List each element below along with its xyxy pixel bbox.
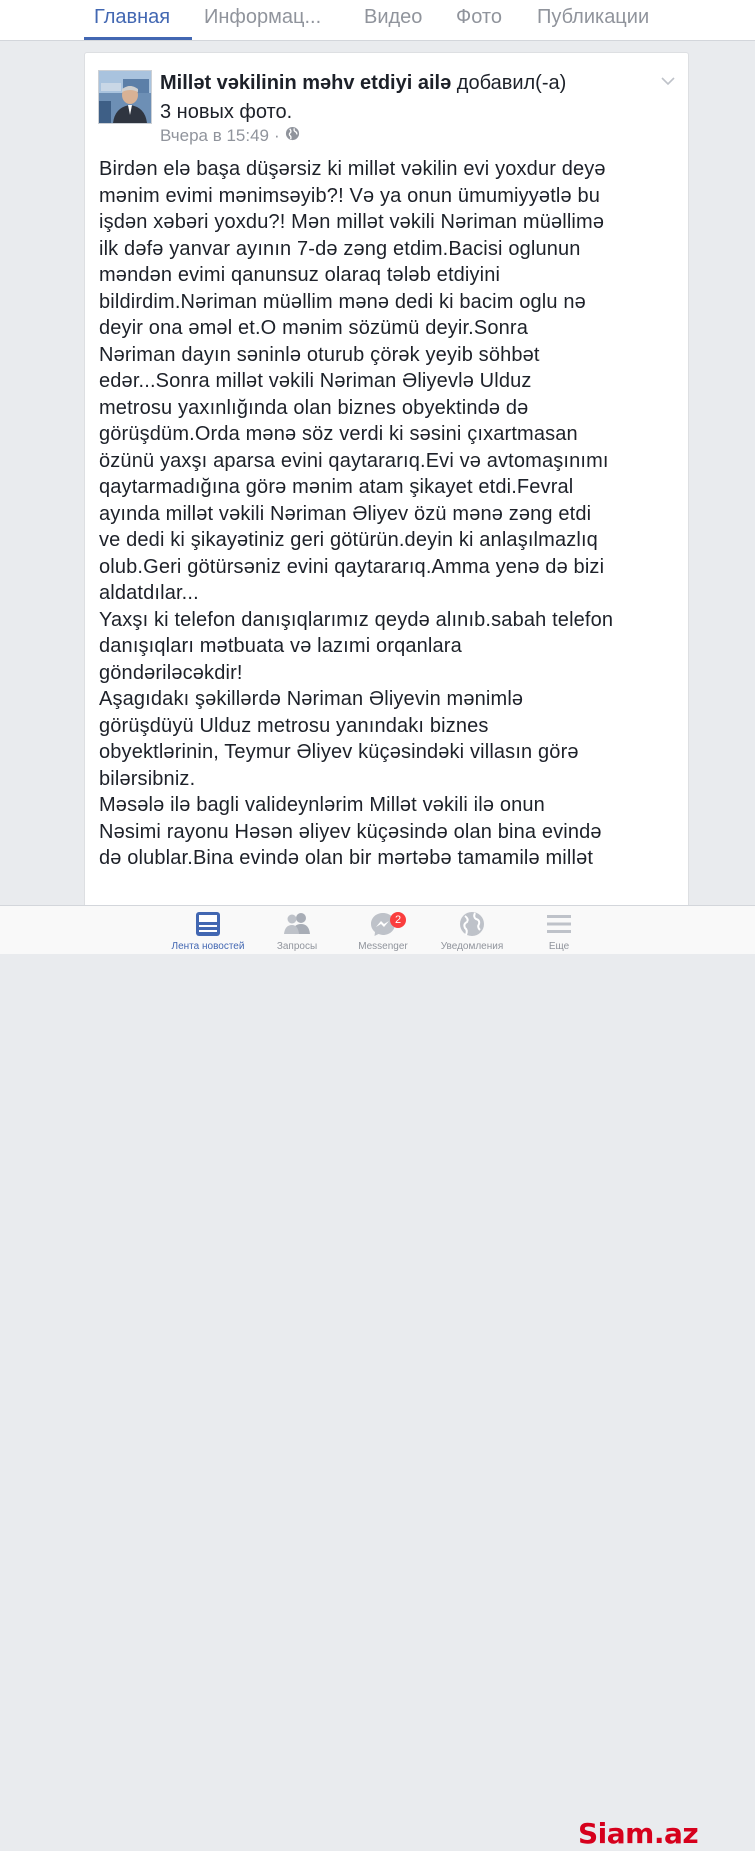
notifications-globe-icon <box>457 910 487 938</box>
nav-requests-label: Запросы <box>276 941 318 952</box>
post-timestamp[interactable]: Вчера в 15:49 <box>160 125 269 147</box>
nav-more[interactable]: Еще <box>514 910 604 952</box>
menu-icon <box>544 910 574 938</box>
globe-icon <box>285 125 300 147</box>
nav-news-feed-label: Лента новостей <box>171 941 245 952</box>
post-action-text: добавил(-а) <box>456 72 567 94</box>
tab-video[interactable]: Видео <box>364 6 422 29</box>
site-watermark-logo: Siam.az <box>578 1817 699 1850</box>
news-feed-icon <box>193 910 223 938</box>
page-name-link[interactable]: Millət vəkilinin məhv etdiyi ailə <box>160 72 451 94</box>
post-meta: Вчера в 15:49 · <box>160 125 300 147</box>
post-body-text: Birdən elə başa düşərsiz ki millət vəkil… <box>99 158 614 869</box>
nav-notifications-label: Уведомления <box>440 941 504 952</box>
tab-posts[interactable]: Публикации <box>537 6 649 29</box>
chevron-down-icon[interactable] <box>661 73 675 86</box>
page-avatar[interactable] <box>98 70 152 124</box>
photo-count-text: 3 новых фото. <box>160 101 293 123</box>
active-tab-indicator <box>84 37 192 40</box>
nav-notifications[interactable]: Уведомления <box>427 910 517 952</box>
nav-messenger[interactable]: 2 Messenger <box>338 910 428 952</box>
messenger-badge: 2 <box>390 912 406 928</box>
post-header: Millət vəkilinin məhv etdiyi ailə добави… <box>160 70 680 96</box>
tab-info[interactable]: Информац... <box>204 6 321 29</box>
top-tab-bar: Главная Информац... Видео Фото Публикаци… <box>0 0 755 41</box>
nav-news-feed[interactable]: Лента новостей <box>163 910 253 952</box>
post-card: Millət vəkilinin məhv etdiyi ailə добави… <box>84 52 689 914</box>
nav-requests[interactable]: Запросы <box>252 910 342 952</box>
bottom-nav-bar: Лента новостей Запросы 2 Messenger Уведо… <box>0 905 755 1850</box>
nav-messenger-label: Messenger <box>358 941 408 952</box>
nav-more-label: Еще <box>548 941 570 952</box>
tab-home[interactable]: Главная <box>94 6 170 29</box>
tab-photos[interactable]: Фото <box>456 6 502 29</box>
meta-separator: · <box>274 126 280 145</box>
friend-requests-icon <box>282 910 312 938</box>
